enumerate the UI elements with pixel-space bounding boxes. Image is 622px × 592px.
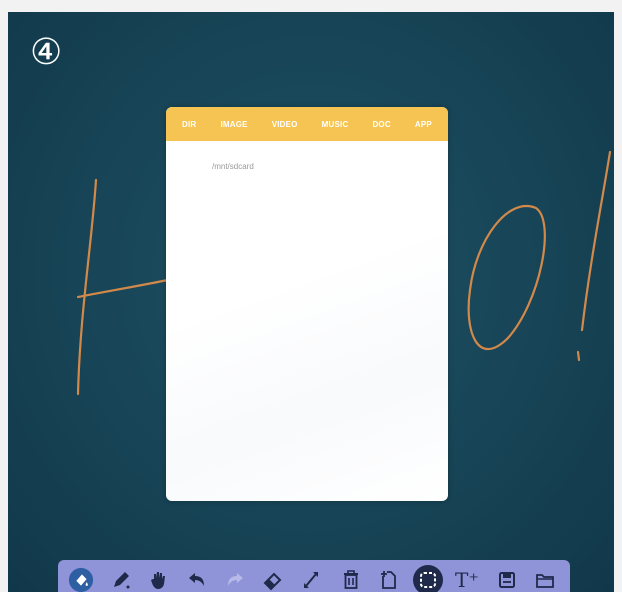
save-button[interactable] (494, 567, 520, 592)
pen-button[interactable] (108, 567, 134, 592)
select-button[interactable] (412, 564, 444, 592)
add-page-icon (381, 571, 396, 589)
whiteboard-canvas[interactable]: ④ DIR IMAGE VIDEO MUSIC DOC APP /mnt/sdc… (8, 12, 614, 592)
eraser-button[interactable] (260, 567, 286, 592)
folder-button[interactable] (532, 567, 558, 592)
paint-fill-icon (68, 567, 94, 592)
undo-icon (189, 573, 204, 586)
trash-icon (344, 570, 358, 589)
move-button[interactable] (298, 567, 324, 592)
undo-button[interactable] (184, 567, 210, 592)
redo-button[interactable] (222, 567, 248, 592)
trash-button[interactable] (338, 567, 364, 592)
paint-fill-button[interactable] (68, 567, 94, 592)
tab-doc[interactable]: DOC (370, 116, 392, 133)
save-icon (499, 572, 515, 588)
text-icon: T⁺ (455, 568, 479, 592)
pen-icon (114, 572, 130, 589)
ink-stroke-dot (576, 350, 581, 362)
tab-video[interactable]: VIDEO (270, 116, 300, 133)
tab-image[interactable]: IMAGE (218, 116, 249, 133)
directory-path[interactable]: /mnt/sdcard (212, 162, 254, 171)
add-page-button[interactable] (376, 567, 402, 592)
move-icon (304, 572, 318, 588)
dialog-tab-bar: DIR IMAGE VIDEO MUSIC DOC APP (166, 107, 448, 141)
ink-stroke-h-bar (76, 278, 170, 299)
file-browser-dialog: DIR IMAGE VIDEO MUSIC DOC APP /mnt/sdcar… (166, 107, 448, 501)
tab-dir[interactable]: DIR (180, 116, 198, 133)
select-icon (413, 565, 443, 592)
hand-button[interactable] (146, 567, 172, 592)
ink-stroke-o (467, 205, 546, 351)
hand-icon (151, 572, 165, 589)
folder-icon (536, 574, 554, 588)
text-button[interactable]: T⁺ (454, 567, 480, 592)
tab-app[interactable]: APP (413, 116, 434, 133)
bottom-toolbar: T⁺ (58, 560, 570, 592)
redo-icon (228, 573, 243, 586)
tab-music[interactable]: MUSIC (320, 116, 351, 133)
dialog-body (166, 141, 448, 501)
ink-stroke-exclaim (580, 150, 612, 332)
eraser-icon (263, 572, 282, 591)
ink-stroke-h-left (76, 178, 98, 396)
